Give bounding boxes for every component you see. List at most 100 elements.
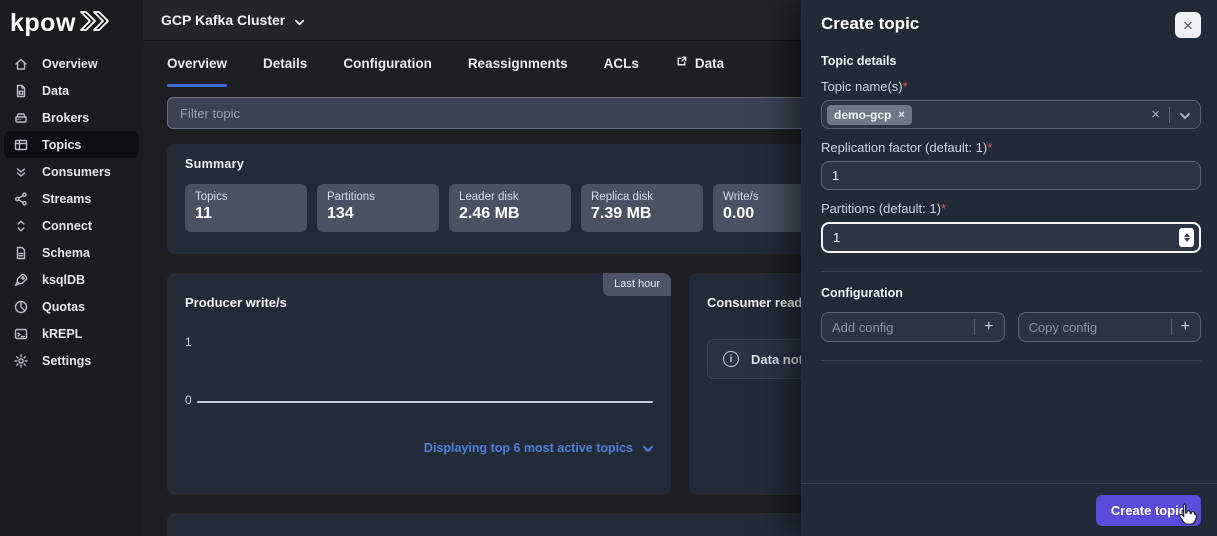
- sidebar-item-overview[interactable]: Overview: [4, 50, 139, 77]
- close-icon: ×: [1183, 17, 1193, 34]
- partitions-input[interactable]: [821, 222, 1201, 253]
- y-axis-tick: 1: [185, 335, 192, 349]
- sort-arrows-icon: [13, 218, 29, 234]
- stepper-up-icon[interactable]: [1184, 233, 1190, 237]
- document-icon: [13, 245, 29, 261]
- stat-tile-partitions: Partitions 134: [317, 184, 439, 232]
- external-link-icon: [675, 55, 688, 71]
- stat-label: Leader disk: [459, 191, 561, 203]
- divider: [1171, 319, 1172, 335]
- sidebar-item-data[interactable]: Data: [4, 77, 139, 104]
- remove-chip-icon[interactable]: ×: [898, 109, 904, 121]
- cluster-selector-label: GCP Kafka Cluster: [161, 12, 285, 28]
- sidebar-item-label: kREPL: [42, 327, 82, 341]
- sidebar-item-label: Settings: [42, 354, 91, 368]
- chart-title: Consumer read/s: [707, 295, 813, 310]
- sidebar-item-label: Data: [42, 84, 69, 98]
- add-config-select[interactable]: Add config +: [821, 312, 1005, 342]
- stat-tile-leader-disk: Leader disk 2.46 MB: [449, 184, 571, 232]
- sidebar-item-label: Topics: [42, 138, 81, 152]
- sidebar-item-brokers[interactable]: Brokers: [4, 104, 139, 131]
- tab-overview[interactable]: Overview: [167, 55, 227, 87]
- info-icon: i: [723, 351, 739, 367]
- create-topic-drawer: Create topic × Topic details Topic name(…: [801, 0, 1217, 536]
- chart-zero-line: [197, 401, 653, 403]
- sidebar-item-schema[interactable]: Schema: [4, 239, 139, 266]
- cluster-selector[interactable]: GCP Kafka Cluster: [161, 12, 305, 28]
- sidebar-item-quotas[interactable]: Quotas: [4, 293, 139, 320]
- drawer-title: Create topic: [821, 12, 919, 34]
- stat-tile-topics: Topics 11: [185, 184, 307, 232]
- sidebar-item-label: Brokers: [42, 111, 89, 125]
- sidebar-item-label: Connect: [42, 219, 92, 233]
- tab-reassignments[interactable]: Reassignments: [468, 55, 568, 87]
- stat-value: 7.39 MB: [591, 205, 693, 223]
- sidebar-item-label: Streams: [42, 192, 91, 206]
- kpow-logo-text: kpow: [10, 9, 76, 38]
- sidebar-item-label: Consumers: [42, 165, 111, 179]
- rocket-icon: [13, 272, 29, 288]
- top-topics-toggle[interactable]: Displaying top 6 most active topics: [424, 441, 653, 455]
- data-file-icon: [13, 83, 29, 99]
- required-asterisk: *: [941, 201, 946, 216]
- chevron-down-icon: [642, 443, 653, 454]
- sidebar-item-label: Overview: [42, 57, 98, 71]
- kpow-logo[interactable]: kpow: [0, 0, 143, 46]
- number-stepper[interactable]: [1179, 228, 1194, 247]
- chevrons-down-icon: [13, 164, 29, 180]
- partitions-label: Partitions (default: 1)*: [821, 201, 1201, 216]
- tab-data[interactable]: Data: [675, 55, 724, 87]
- stepper-down-icon[interactable]: [1184, 238, 1190, 242]
- app-root: kpow Overview Data Brokers: [0, 0, 1217, 536]
- tab-configuration[interactable]: Configuration: [343, 55, 431, 87]
- stat-tile-replica-disk: Replica disk 7.39 MB: [581, 184, 703, 232]
- table-icon: [13, 137, 29, 153]
- server-icon: [13, 110, 29, 126]
- stat-value: 11: [195, 205, 297, 223]
- sidebar-item-consumers[interactable]: Consumers: [4, 158, 139, 185]
- stat-value: 134: [327, 205, 429, 223]
- sidebar-item-settings[interactable]: Settings: [4, 347, 139, 374]
- drawer-body: Topic details Topic name(s)* demo-gcp × …: [801, 54, 1217, 361]
- sidebar-item-topics[interactable]: Topics: [4, 131, 139, 158]
- tab-label: Configuration: [343, 56, 431, 71]
- chevron-down-icon: [294, 15, 305, 26]
- share-icon: [13, 191, 29, 207]
- configuration-section-title: Configuration: [821, 286, 1201, 300]
- topic-names-select[interactable]: demo-gcp × ×: [821, 100, 1201, 129]
- topic-names-label: Topic name(s)*: [821, 79, 1201, 94]
- home-icon: [13, 56, 29, 72]
- topic-details-section-title: Topic details: [821, 54, 1201, 68]
- chevron-down-icon[interactable]: [1179, 109, 1190, 120]
- select-controls: ×: [1151, 107, 1190, 123]
- sidebar-item-krepl[interactable]: kREPL: [4, 320, 139, 347]
- sidebar-item-label: Schema: [42, 246, 90, 260]
- create-topic-button[interactable]: Create topic: [1096, 495, 1201, 526]
- divider: [821, 360, 1201, 361]
- divider: [821, 271, 1201, 272]
- stat-label: Partitions: [327, 191, 429, 203]
- sidebar-item-connect[interactable]: Connect: [4, 212, 139, 239]
- replication-factor-input[interactable]: [821, 161, 1201, 190]
- sidebar: kpow Overview Data Brokers: [0, 0, 143, 536]
- clear-select-icon[interactable]: ×: [1151, 107, 1160, 122]
- copy-config-select[interactable]: Copy config +: [1018, 312, 1202, 342]
- add-config-plus-icon[interactable]: +: [984, 319, 993, 335]
- gear-icon: [13, 353, 29, 369]
- kpow-logo-chevrons-icon: [78, 8, 112, 39]
- stat-value: 2.46 MB: [459, 205, 561, 223]
- copy-config-plus-icon[interactable]: +: [1181, 319, 1190, 335]
- sidebar-item-streams[interactable]: Streams: [4, 185, 139, 212]
- divider: [974, 319, 975, 335]
- sidebar-item-ksqldb[interactable]: ksqlDB: [4, 266, 139, 293]
- close-button[interactable]: ×: [1175, 12, 1201, 38]
- tab-acls[interactable]: ACLs: [604, 55, 639, 87]
- partitions-field: [821, 222, 1201, 253]
- tab-details[interactable]: Details: [263, 55, 307, 87]
- tab-label: ACLs: [604, 56, 639, 71]
- top-topics-toggle-label: Displaying top 6 most active topics: [424, 441, 633, 455]
- divider: [1169, 107, 1170, 123]
- required-asterisk: *: [987, 140, 992, 155]
- replication-factor-label: Replication factor (default: 1)*: [821, 140, 1201, 155]
- config-inputs-row: Add config + Copy config +: [821, 312, 1201, 342]
